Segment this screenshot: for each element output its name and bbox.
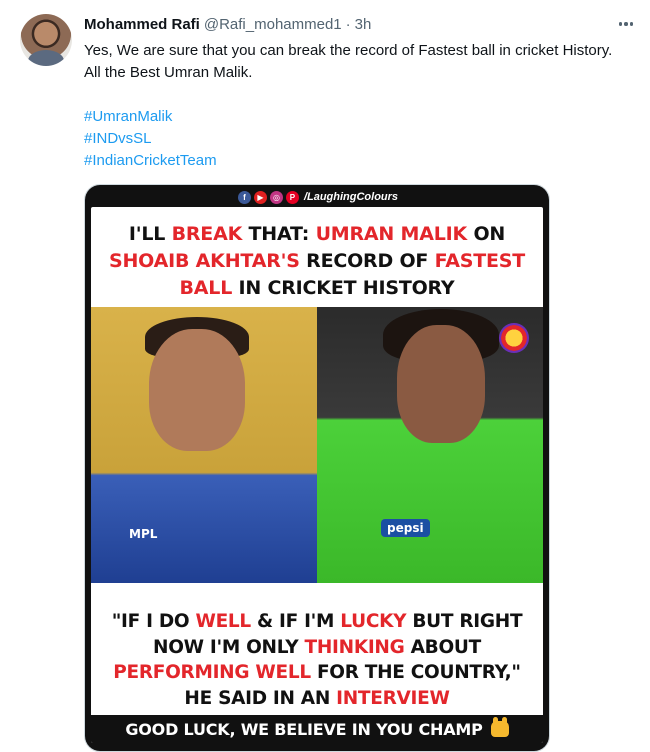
poster: f ▶ ◎ P /LaughingColours I'LL BREAK THAT… — [85, 185, 549, 751]
author-avatar[interactable] — [20, 14, 72, 66]
raised-hands-icon — [490, 717, 509, 737]
jersey-logo-left: MPL — [129, 527, 158, 541]
pinterest-icon: P — [285, 190, 299, 204]
quote-line: HE SAID IN AN INTERVIEW — [184, 687, 450, 709]
photo-shoaib-akhtar: pepsi — [317, 307, 543, 583]
headline-line: SHOAIB AKHTAR'S RECORD OF FASTEST — [108, 250, 525, 272]
author-name[interactable]: Mohammed Rafi — [84, 16, 200, 33]
jersey-logo-right: pepsi — [381, 519, 430, 537]
tweet[interactable]: Mohammed Rafi @Rafi_mohammed1 · 3h Yes, … — [0, 0, 650, 752]
headline-line: I'LL BREAK THAT: UMRAN MALIK ON — [128, 223, 506, 245]
poster-headline: I'LL BREAK THAT: UMRAN MALIK ON SHOAIB A… — [91, 221, 543, 302]
social-bar: f ▶ ◎ P /LaughingColours — [85, 185, 549, 209]
poster-footer: GOOD LUCK, WE BELIEVE IN YOU CHAMP — [91, 715, 543, 743]
youtube-icon: ▶ — [253, 190, 267, 204]
author-handle[interactable]: @Rafi_mohammed1 — [204, 16, 342, 33]
quote-line: "IF I DO WELL & IF I'M LUCKY BUT RIGHT — [111, 611, 523, 632]
poster-inner: I'LL BREAK THAT: UMRAN MALIK ON SHOAIB A… — [91, 207, 543, 743]
hashtag-list: #UmranMalik #INDvsSL #IndianCricketTeam — [84, 106, 217, 172]
brand-handle: /LaughingColours — [303, 191, 399, 203]
hashtag-link[interactable]: #IndianCricketTeam — [84, 150, 217, 172]
headline-line: BALL IN CRICKET HISTORY — [179, 277, 455, 299]
avatar-shirt — [28, 50, 64, 66]
separator-dot: · — [345, 15, 351, 33]
tweet-header: Mohammed Rafi @Rafi_mohammed1 · 3h — [84, 14, 371, 34]
laughing-colours-logo — [499, 323, 529, 353]
hashtag-link[interactable]: #UmranMalik — [84, 106, 217, 128]
tweet-timestamp[interactable]: 3h — [355, 16, 372, 33]
quote-line: PERFORMING WELL FOR THE COUNTRY," — [113, 662, 521, 683]
footer-text: GOOD LUCK, WE BELIEVE IN YOU CHAMP — [125, 719, 483, 739]
instagram-icon: ◎ — [269, 190, 283, 204]
quote-line: NOW I'M ONLY THINKING ABOUT — [153, 636, 481, 658]
hashtag-link[interactable]: #INDvsSL — [84, 128, 217, 150]
poster-quote: "IF I DO WELL & IF I'M LUCKY BUT RIGHT N… — [91, 609, 543, 711]
facebook-icon: f — [237, 190, 251, 204]
tweet-text: Yes, We are sure that you can break the … — [84, 42, 613, 81]
photo-umran-malik: MPL — [91, 307, 317, 583]
tweet-media-image[interactable]: f ▶ ◎ P /LaughingColours I'LL BREAK THAT… — [84, 184, 550, 752]
more-options-icon[interactable] — [616, 14, 636, 34]
player-photos: MPL pepsi — [91, 307, 543, 583]
